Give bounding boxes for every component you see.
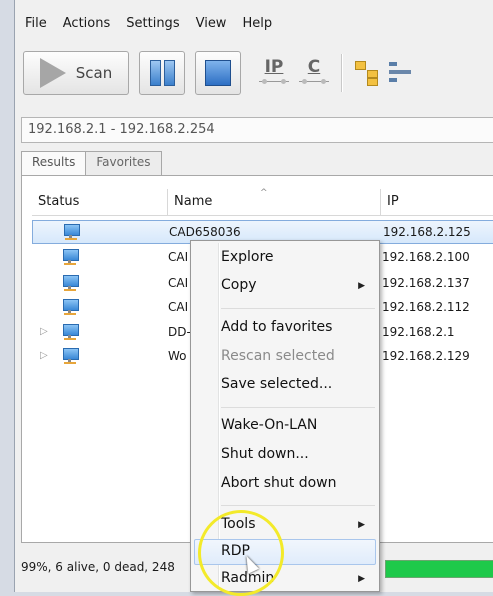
host-name: DD- (168, 325, 191, 339)
expand-row-icon[interactable]: ▷ (40, 326, 48, 337)
tools-submenu-arrow-icon: ▶ (358, 520, 365, 530)
copy-submenu-arrow-icon: ▶ (358, 281, 365, 291)
column-header-status[interactable]: Status (32, 189, 168, 215)
menu-separator (221, 505, 375, 506)
column-header-ip[interactable]: IP (381, 189, 493, 215)
c-letter-icon: C (307, 57, 321, 77)
menu-item-shut-down[interactable]: Shut down... (221, 446, 309, 462)
host-name: Wo (168, 349, 187, 363)
ip-range-button[interactable]: IP (259, 57, 289, 89)
menu-separator (221, 308, 375, 309)
menu-item-copy[interactable]: Copy (221, 277, 257, 293)
list-view-icon[interactable] (389, 61, 413, 85)
column-header-name-label: Name (174, 194, 213, 209)
host-name: CAI (168, 300, 189, 314)
column-header-name[interactable]: ^ Name (168, 188, 381, 215)
tree-view-icon[interactable] (355, 61, 379, 86)
host-ip: 192.168.2.129 (382, 349, 470, 363)
menu-item-explore[interactable]: Explore (221, 249, 274, 265)
host-alive-icon (62, 348, 79, 366)
menu-settings[interactable]: Settings (118, 14, 187, 36)
host-ip: 192.168.2.137 (382, 276, 470, 290)
host-alive-icon (63, 224, 80, 242)
click-highlight-circle (198, 510, 284, 596)
scan-button-label: Scan (75, 64, 113, 82)
table-header: Status ^ Name IP (32, 188, 493, 216)
stop-icon (205, 60, 231, 86)
ip-range-icon: IP (264, 57, 284, 77)
menu-item-wake-on-lan[interactable]: Wake-On-LAN (221, 417, 317, 433)
menu-item-abort-shut-down[interactable]: Abort shut down (221, 475, 336, 491)
host-ip: 192.168.2.1 (382, 325, 455, 339)
menu-file[interactable]: File (15, 14, 55, 36)
menu-bar: File Actions Settings View Help (15, 14, 280, 36)
pause-button[interactable] (139, 51, 185, 95)
menu-item-save-selected[interactable]: Save selected... (221, 376, 332, 392)
scan-button[interactable]: Scan (23, 51, 129, 95)
radmin-submenu-arrow-icon: ▶ (358, 574, 365, 584)
menu-separator (221, 407, 375, 408)
scan-progress-bar (385, 560, 493, 578)
host-alive-icon (62, 275, 79, 293)
host-alive-icon (62, 299, 79, 317)
pause-icon (149, 60, 175, 86)
tab-favorites[interactable]: Favorites (85, 151, 162, 175)
host-name: CAI (168, 250, 189, 264)
host-name: CAI (168, 276, 189, 290)
menu-item-add-to-favorites[interactable]: Add to favorites (221, 319, 332, 335)
host-alive-icon (62, 249, 79, 267)
status-text: 99%, 6 alive, 0 dead, 248 (21, 560, 175, 574)
host-ip: 192.168.2.100 (382, 250, 470, 264)
menu-help[interactable]: Help (234, 14, 280, 36)
toolbar: Scan IP C (23, 50, 413, 96)
menu-item-rescan-selected: Rescan selected (221, 348, 335, 364)
expand-row-icon[interactable]: ▷ (40, 350, 48, 361)
ip-range-field[interactable]: 192.168.2.1 - 192.168.2.254 (21, 117, 493, 143)
host-ip: 192.168.2.112 (382, 300, 470, 314)
c-button[interactable]: C (299, 57, 329, 89)
host-name: CAD658036 (169, 225, 241, 239)
host-alive-icon (62, 324, 79, 342)
host-ip: 192.168.2.125 (383, 225, 471, 239)
stop-button[interactable] (195, 51, 241, 95)
sort-ascending-icon: ^ (260, 188, 268, 198)
menu-actions[interactable]: Actions (55, 14, 119, 36)
tab-bar: Results Favorites (21, 151, 162, 175)
tab-results[interactable]: Results (21, 151, 87, 175)
play-icon (39, 58, 66, 88)
toolbar-separator (341, 54, 343, 92)
menu-view[interactable]: View (188, 14, 235, 36)
